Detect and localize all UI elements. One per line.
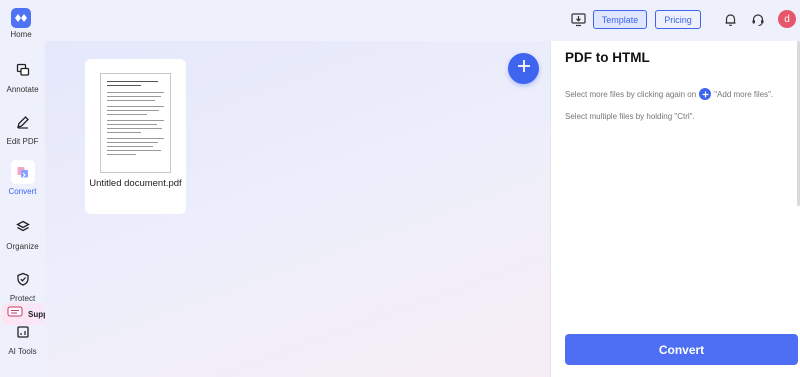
sidebar-item-edit-pdf[interactable]: Edit PDF [0,110,45,146]
add-files-hint: Select more files by clicking again on "… [565,88,773,100]
sidebar-item-label: Edit PDF [6,137,39,146]
convert-icon [10,160,35,184]
sidebar-item-label: Annotate [6,85,39,94]
sidebar: Home Annotate Edit PDF Convert Organize … [0,0,62,377]
sidebar-item-label: Convert [8,187,37,196]
document-thumbnail [100,73,171,173]
chat-icon [7,305,23,323]
headset-icon[interactable] [749,11,767,29]
add-file-button[interactable] [508,53,539,84]
file-workspace: Untitled document.pdf [45,41,550,377]
file-name: Untitled document.pdf [89,178,182,189]
template-button[interactable]: Template [593,10,647,29]
sidebar-item-label: AI Tools [8,347,37,356]
sidebar-item-annotate[interactable]: Annotate [0,58,45,94]
plus-icon [699,88,712,100]
bell-icon[interactable] [721,11,739,29]
edit-pdf-icon [11,110,35,134]
convert-button[interactable]: Convert [565,334,798,365]
avatar[interactable]: d [778,10,796,28]
download-desktop-icon[interactable] [569,11,587,29]
sidebar-item-organize[interactable]: Organize [0,215,45,251]
sidebar-item-convert[interactable]: Convert [0,160,45,196]
hint-text-after: "Add more files". [714,89,774,99]
protect-icon [11,267,35,291]
sidebar-item-label: Protect [9,294,36,303]
home-logo-icon[interactable] [11,8,31,28]
panel-title: PDF to HTML [565,50,650,65]
sidebar-item-ai-tools[interactable]: AI Tools [0,320,45,356]
file-card[interactable]: Untitled document.pdf [85,59,186,214]
organize-icon [11,215,35,239]
home-label[interactable]: Home [0,30,42,39]
conversion-panel: PDF to HTML Select more files by clickin… [550,41,800,377]
hint-text-before: Select more files by clicking again on [565,89,697,99]
plus-icon [517,59,531,78]
sidebar-item-protect[interactable]: Protect [0,267,45,303]
annotate-icon [11,58,35,82]
multi-select-hint: Select multiple files by holding "Ctrl". [565,112,695,121]
sidebar-item-label: Organize [6,242,39,251]
pricing-button[interactable]: Pricing [655,10,701,29]
